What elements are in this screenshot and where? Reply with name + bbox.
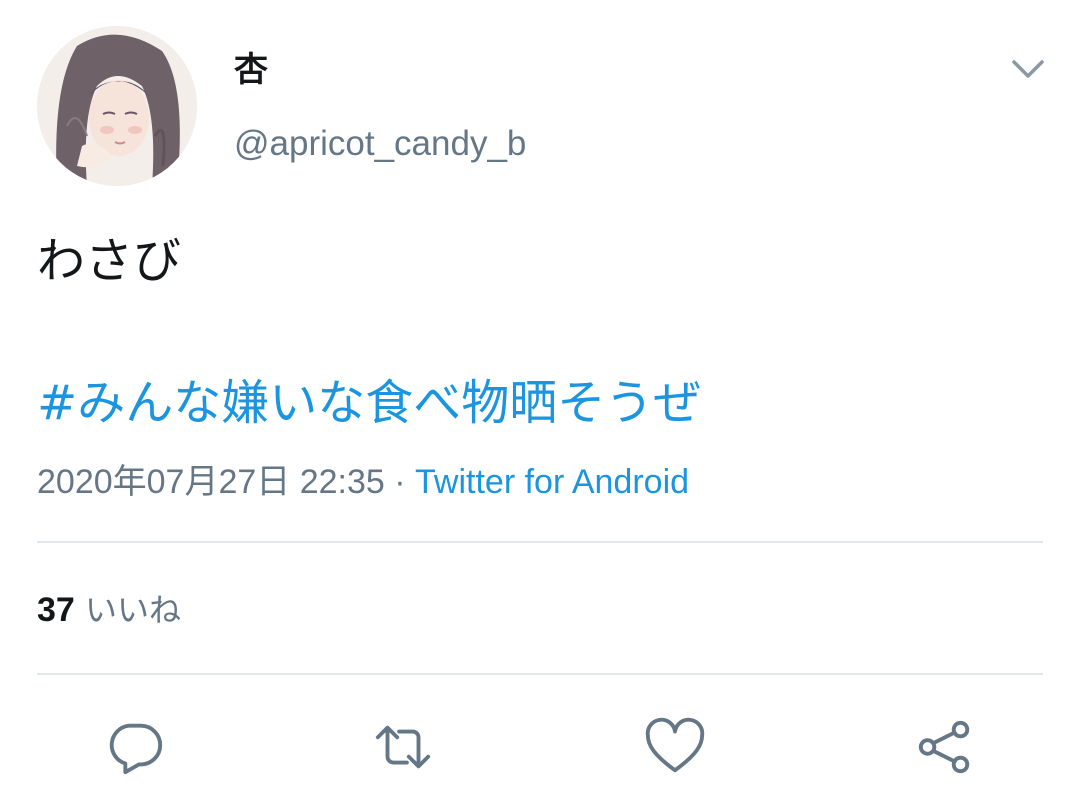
likes-count: 37	[37, 591, 75, 629]
timestamp[interactable]: 2020年07月27日 22:35	[37, 463, 385, 501]
heart-icon	[645, 717, 705, 773]
tweet-text: わさび	[37, 233, 182, 289]
avatar-illustration	[37, 26, 197, 186]
reply-icon	[109, 723, 163, 775]
tweet-meta: 2020年07月27日 22:35 · Twitter for Android	[37, 460, 689, 504]
like-button[interactable]	[640, 712, 710, 782]
likes-summary[interactable]: 37 いいね	[37, 588, 181, 632]
source-link[interactable]: Twitter for Android	[415, 463, 689, 501]
divider	[37, 541, 1043, 543]
share-button[interactable]	[910, 712, 980, 782]
retweet-icon	[375, 725, 431, 769]
meta-separator: ·	[384, 463, 416, 501]
divider	[37, 673, 1043, 675]
chevron-down-icon	[1012, 60, 1044, 78]
share-icon	[918, 720, 970, 774]
reply-button[interactable]	[100, 712, 170, 782]
retweet-button[interactable]	[368, 712, 438, 782]
likes-label: いいね	[85, 591, 182, 629]
avatar[interactable]	[37, 26, 197, 186]
display-name[interactable]: 杏	[234, 48, 268, 92]
hashtag-link[interactable]: #みんな嫌いな食べ物晒そうぜ	[37, 370, 701, 436]
more-options-button[interactable]	[1006, 50, 1050, 88]
user-handle[interactable]: @apricot_candy_b	[234, 122, 526, 166]
